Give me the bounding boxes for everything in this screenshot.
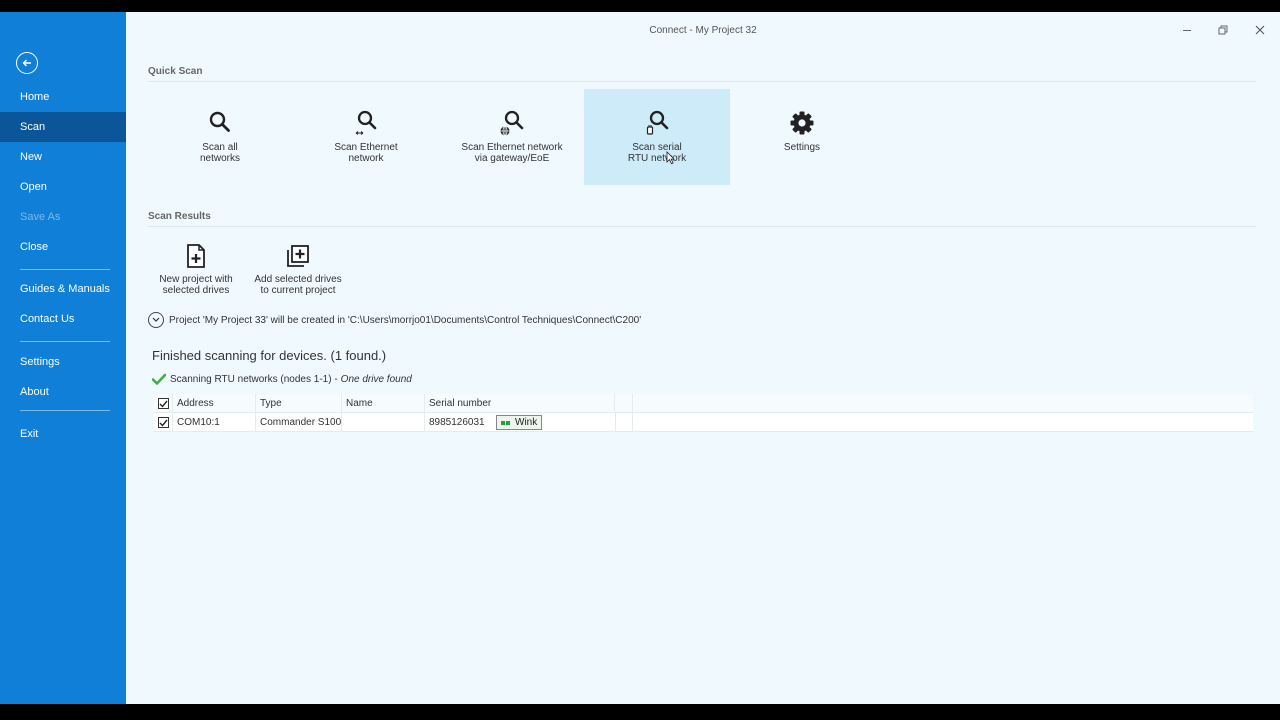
search-icon [147, 110, 293, 138]
select-all-cell [153, 394, 173, 413]
nav-divider [20, 341, 110, 342]
project-location-info: Project 'My Project 33' will be created … [148, 312, 641, 328]
led-icon [501, 420, 511, 425]
section-divider [148, 81, 1256, 82]
tile-label: Settings [783, 142, 821, 153]
nav-settings[interactable]: Settings [0, 347, 126, 377]
table-row[interactable]: COM10:1 Commander S100 8985126031 Wink [153, 413, 1253, 432]
cell-name [342, 413, 425, 432]
scan-results-title: Scan Results [148, 211, 211, 222]
table-header: Address Type Name Serial number [153, 394, 1253, 413]
column-header-serial[interactable]: Serial number [425, 394, 615, 413]
wink-button[interactable]: Wink [496, 415, 543, 430]
scan-line: Scanning RTU networks (nodes 1-1) - One … [152, 373, 412, 385]
window-title: Connect - My Project 32 [649, 25, 757, 36]
nav-contact-us[interactable]: Contact Us [0, 304, 126, 334]
tile-label: Scan Ethernet network via gateway/EoE [461, 142, 563, 164]
close-icon[interactable] [1252, 22, 1268, 38]
action-label: Add selected drives to current project [254, 274, 342, 296]
column-header-spacer [615, 394, 633, 413]
row-checkbox[interactable] [158, 417, 169, 428]
scan-settings-button[interactable]: Settings [729, 89, 875, 185]
chevron-down-icon[interactable] [148, 312, 164, 328]
nav-open[interactable]: Open [0, 172, 126, 202]
sidebar: Home Scan New Open Save As Close Guides … [0, 12, 126, 704]
new-document-plus-icon [146, 244, 246, 272]
search-ethernet-icon [293, 110, 439, 138]
search-serial-icon [584, 110, 730, 138]
scan-status-heading: Finished scanning for devices. (1 found.… [152, 348, 387, 363]
cell-type: Commander S100 [256, 413, 342, 432]
mouse-cursor-icon [666, 151, 675, 165]
scan-line-result: One drive found [340, 373, 412, 385]
nav-divider [20, 410, 110, 411]
nav-exit[interactable]: Exit [0, 419, 126, 449]
nav-new[interactable]: New [0, 142, 126, 172]
column-header-address[interactable]: Address [173, 394, 256, 413]
new-project-with-drives-button[interactable]: New project with selected drives [146, 244, 246, 296]
section-divider [148, 226, 1256, 227]
scan-ethernet-gateway-button[interactable]: Scan Ethernet network via gateway/EoE [439, 89, 585, 185]
cell-address: COM10:1 [173, 413, 256, 432]
nav-guides-manuals[interactable]: Guides & Manuals [0, 274, 126, 304]
tile-label: Scan all networks [199, 142, 240, 164]
nav-scan[interactable]: Scan [0, 112, 126, 142]
tile-label: Scan serial RTU network [627, 142, 686, 164]
scan-serial-rtu-button[interactable]: Scan serial RTU network [584, 89, 730, 185]
tile-label: Scan Ethernet network [334, 142, 398, 164]
scan-ethernet-button[interactable]: Scan Ethernet network [293, 89, 439, 185]
nav-divider [20, 269, 110, 270]
nav-about[interactable]: About [0, 377, 126, 407]
column-header-name[interactable]: Name [342, 394, 425, 413]
gear-icon [729, 110, 875, 138]
select-all-checkbox[interactable] [158, 398, 169, 409]
search-globe-icon [439, 110, 585, 138]
back-icon[interactable] [16, 52, 38, 74]
minimize-icon[interactable] [1179, 22, 1195, 38]
check-icon [152, 373, 166, 385]
scan-results-table: Address Type Name Serial number COM10:1 … [153, 394, 1253, 432]
add-drives-to-project-button[interactable]: Add selected drives to current project [248, 244, 348, 296]
action-label: New project with selected drives [159, 274, 233, 296]
project-location-text: Project 'My Project 33' will be created … [169, 314, 642, 326]
add-to-stack-icon [248, 244, 348, 272]
quick-scan-title: Quick Scan [148, 66, 203, 77]
nav-save-as: Save As [20, 211, 61, 223]
column-header-type[interactable]: Type [256, 394, 342, 413]
cell-spacer [615, 413, 633, 432]
scan-all-networks-button[interactable]: Scan all networks [147, 89, 293, 185]
row-select-cell [153, 413, 173, 432]
app-window: Home Scan New Open Save As Close Guides … [0, 12, 1280, 704]
nav-home[interactable]: Home [0, 82, 126, 112]
restore-icon[interactable] [1215, 22, 1231, 38]
nav-close[interactable]: Close [0, 232, 126, 262]
scan-line-text: Scanning RTU networks (nodes 1-1) - [170, 373, 338, 385]
wink-label: Wink [515, 417, 538, 428]
